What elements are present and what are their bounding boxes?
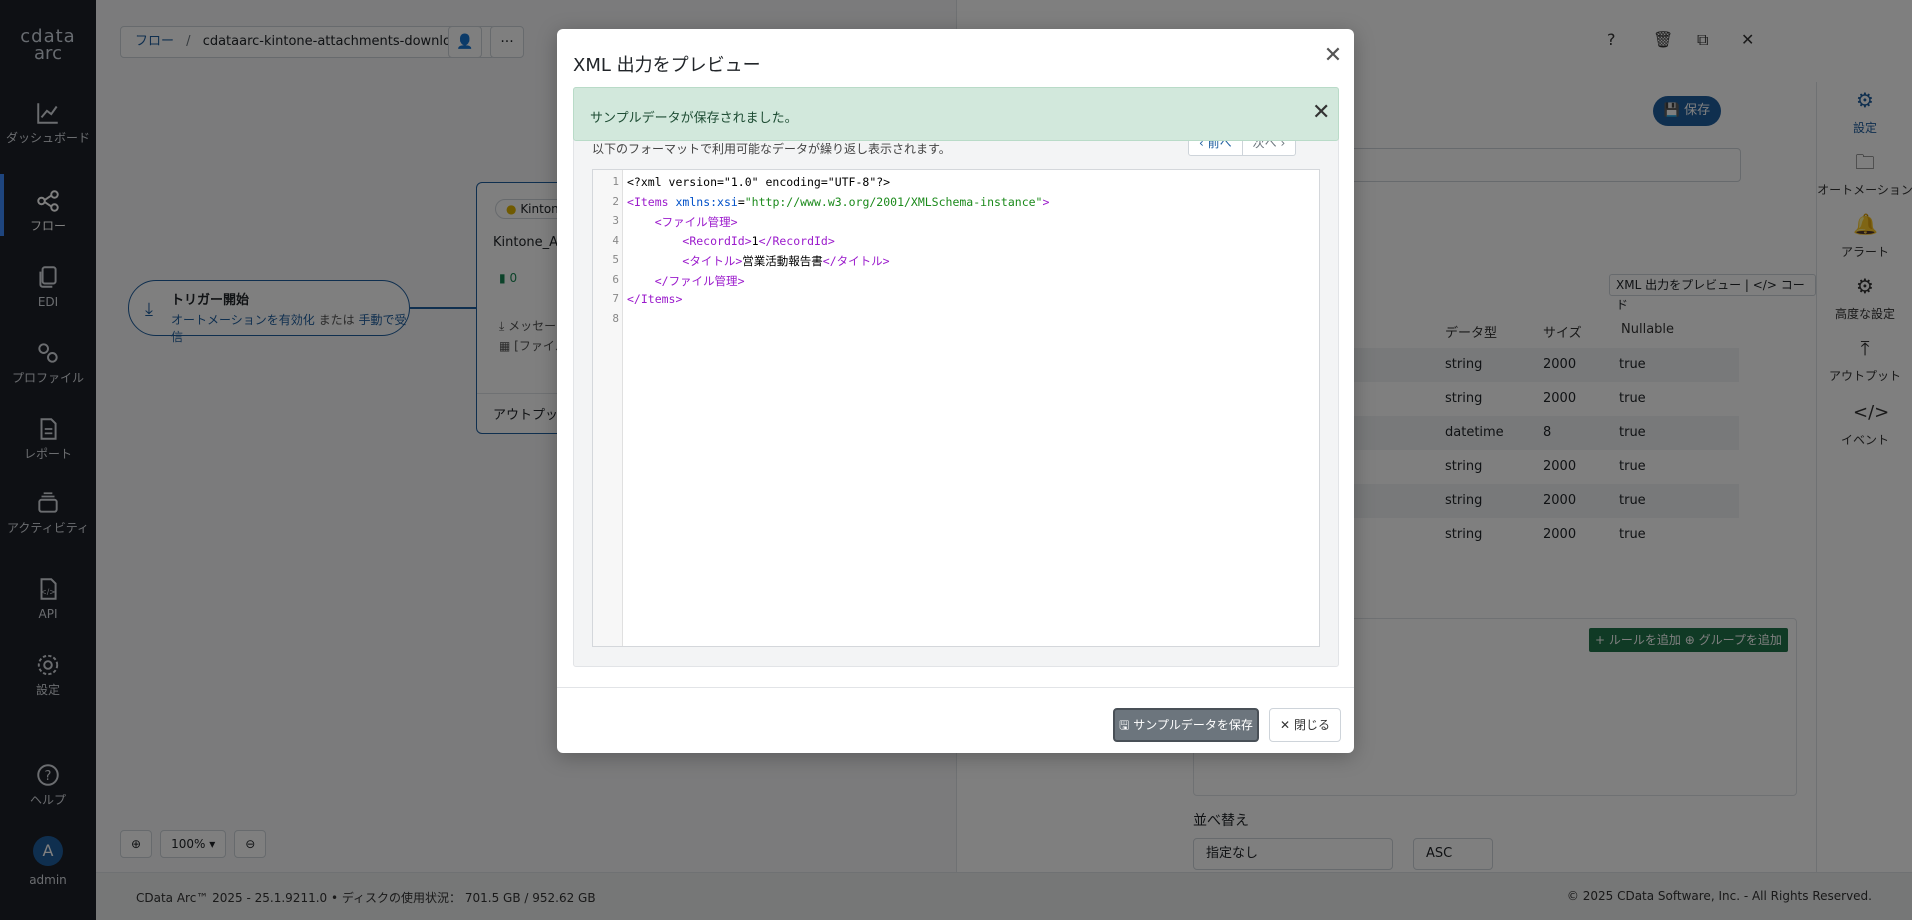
line-number: 1: [612, 175, 619, 188]
line-number: 8: [612, 312, 619, 325]
xml-tag: タイトル: [689, 254, 736, 268]
xml-tag: RecordId: [772, 234, 828, 248]
close-button[interactable]: ✕ 閉じる: [1269, 708, 1341, 742]
line-number: 5: [612, 253, 619, 266]
xml-preview-modal: XML 出力をプレビュー ✕ 以下のフォーマットで利用可能なデータが繰り返し表示…: [557, 29, 1354, 753]
line-number-gutter: 1 2 3 4 5 6 7 8: [593, 170, 623, 646]
line-number: 3: [612, 214, 619, 227]
code-line: <ファイル管理>: [654, 215, 738, 229]
save-sample-label: サンプルデータを保存: [1133, 718, 1253, 732]
close-icon: ✕: [1280, 718, 1291, 732]
xml-tag: Items: [633, 195, 669, 209]
xml-tag: ファイル管理: [668, 274, 738, 288]
modal-title: XML 出力をプレビュー: [573, 55, 761, 76]
xml-value: 1: [751, 234, 759, 248]
line-number: 4: [612, 234, 619, 247]
xml-declaration: <?xml version="1.0" encoding="UTF-8"?>: [627, 175, 891, 189]
xml-tag: Items: [640, 292, 676, 306]
xml-attr: xmlns:xsi: [675, 195, 738, 209]
close-label: 閉じる: [1293, 718, 1330, 732]
line-number: 6: [612, 273, 619, 286]
code-line: <タイトル>営業活動報告書</タイトル>: [682, 254, 890, 268]
xml-value: 営業活動報告書: [742, 254, 823, 268]
close-icon: ✕: [1323, 43, 1343, 68]
success-alert: サンプルデータが保存されました。 ✕: [573, 87, 1339, 141]
close-icon: ✕: [1312, 100, 1331, 125]
modal-close-button[interactable]: ✕: [1321, 45, 1345, 69]
save-icon: 🖫: [1119, 718, 1130, 732]
preview-description: 以下のフォーマットで利用可能なデータが繰り返し表示されます。: [592, 142, 951, 156]
xml-tag: RecordId: [689, 234, 745, 248]
alert-message: サンプルデータが保存されました。: [590, 111, 798, 126]
xml-code-editor[interactable]: 1 2 3 4 5 6 7 8 <?xml version="1.0" enco…: [592, 169, 1320, 647]
code-line: <RecordId>1</RecordId>: [682, 234, 835, 248]
modal-footer: 🖫 サンプルデータを保存 ✕ 閉じる: [557, 687, 1354, 753]
code-line: </ファイル管理>: [654, 274, 745, 288]
line-number: 7: [612, 292, 619, 305]
xml-tag: タイトル: [836, 254, 883, 268]
code-line: </Items>: [627, 292, 683, 306]
code-line: <?xml version="1.0" encoding="UTF-8"?>: [627, 175, 890, 189]
modal-body: 以下のフォーマットで利用可能なデータが繰り返し表示されます。 ‹ 前へ 次へ ›…: [573, 87, 1339, 667]
alert-close-button[interactable]: ✕: [1312, 102, 1330, 124]
code-line: <Items xmlns:xsi="http://www.w3.org/2001…: [627, 195, 1050, 209]
xml-tag: ファイル管理: [661, 215, 731, 229]
save-sample-data-button[interactable]: 🖫 サンプルデータを保存: [1113, 708, 1259, 742]
xml-attr-value: "http://www.w3.org/2001/XMLSchema-instan…: [744, 195, 1043, 209]
line-number: 2: [612, 195, 619, 208]
